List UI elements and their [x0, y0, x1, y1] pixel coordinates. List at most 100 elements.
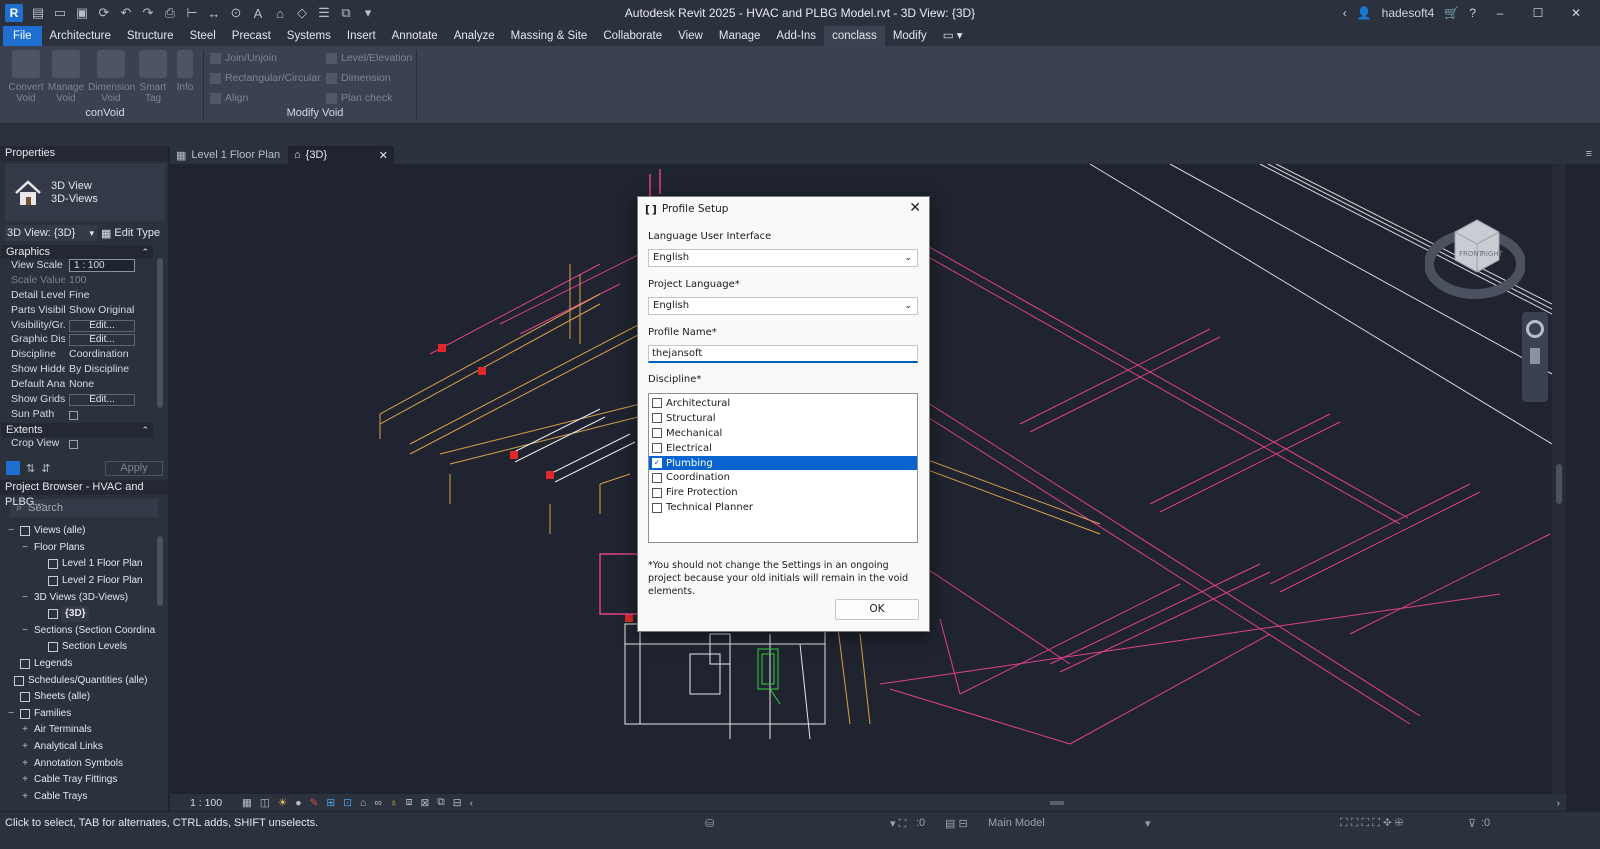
main-model-label[interactable]: Main Model [988, 817, 1045, 829]
align-button[interactable]: Align [210, 92, 248, 104]
join-unjoin-button[interactable]: Join/Unjoin [210, 52, 277, 64]
tab-file[interactable]: File [3, 26, 42, 46]
temp-hide-icon[interactable]: ∞ [374, 797, 382, 809]
tab-conclass[interactable]: conclass [824, 26, 885, 46]
tab-add-ins[interactable]: Add-Ins [768, 26, 824, 46]
tab-insert[interactable]: Insert [339, 26, 384, 46]
category-graphics[interactable]: Graphics ⌃ [1, 245, 153, 259]
project-language-select[interactable]: English ⌄ [648, 297, 918, 315]
view-scale-input[interactable]: 1 : 100 [69, 259, 135, 272]
dimension-icon[interactable]: ↔ [205, 6, 223, 21]
print-icon[interactable]: ⎙ [161, 5, 179, 21]
tab-steel[interactable]: Steel [182, 26, 224, 46]
visual-style-icon[interactable]: ◫ [260, 797, 270, 809]
crop-view-checkbox[interactable] [69, 439, 78, 449]
type-selector[interactable]: 3D View 3D-Views [5, 164, 165, 221]
save-icon[interactable]: ▣ [73, 5, 91, 21]
ribbon-toggle-icon[interactable]: ▭ ▾ [935, 26, 971, 46]
redo-icon[interactable]: ↷ [139, 5, 157, 21]
tree-3d-view[interactable]: {3D} [0, 606, 168, 623]
apply-button[interactable]: Apply [105, 460, 163, 476]
username[interactable]: hadesoft4 [1382, 6, 1435, 20]
tab-modify[interactable]: Modify [885, 26, 935, 46]
checkbox[interactable] [652, 502, 662, 513]
tree-floor-plans[interactable]: − Floor Plans [0, 540, 168, 557]
switch-windows-icon[interactable]: ⧉ [337, 5, 355, 21]
tab-level-1-floor-plan[interactable]: ▦ Level 1 Floor Plan [170, 146, 288, 164]
shadows-icon[interactable]: ● [295, 797, 301, 809]
prop-parts-visibility[interactable]: Parts VisibilityShow Original [1, 304, 153, 319]
view-scale-label[interactable]: 1 : 100 [190, 797, 230, 809]
tab-collaborate[interactable]: Collaborate [595, 26, 670, 46]
tree-section-levels[interactable]: Section Levels [0, 639, 168, 656]
dimension-button[interactable]: Dimension [326, 72, 391, 84]
tab-systems[interactable]: Systems [279, 26, 339, 46]
section-icon[interactable]: ◇ [293, 5, 311, 21]
view-cube[interactable]: FRONT RIGHT [1424, 212, 1526, 302]
checkbox[interactable] [652, 487, 662, 498]
prop-detail-level[interactable]: Detail Level Fine [1, 289, 153, 304]
profile-name-input[interactable]: thejansoft [648, 345, 918, 363]
show-crop-icon[interactable]: ⊡ [343, 797, 352, 809]
minimize-button[interactable]: – [1486, 6, 1514, 20]
discipline-coordination[interactable]: Coordination [649, 470, 917, 485]
thin-lines-icon[interactable]: ☰ [315, 5, 333, 21]
scroll-thumb[interactable] [1556, 464, 1562, 504]
crop-view-icon[interactable]: ⊞ [326, 797, 335, 809]
level-elevation-button[interactable]: Level/Elevation [326, 52, 412, 64]
tab-menu-icon[interactable]: ≡ [1586, 148, 1592, 160]
smart-tag-button[interactable]: Smart Tag [136, 50, 170, 104]
discipline-electrical[interactable]: Electrical [649, 441, 917, 456]
worksharing-icon[interactable]: ⧈ [406, 796, 413, 809]
checkbox-checked[interactable]: ✓ [652, 458, 662, 468]
steering-wheel-icon[interactable] [1526, 320, 1544, 338]
temp-view-icon[interactable]: ⊠ [420, 797, 429, 809]
category-extents[interactable]: Extents ⌃ [1, 422, 153, 437]
tab-view[interactable]: View [670, 26, 711, 46]
tab-annotate[interactable]: Annotate [384, 26, 446, 46]
text-icon[interactable]: A [249, 6, 267, 21]
tab-structure[interactable]: Structure [119, 26, 182, 46]
properties-scrollbar[interactable] [157, 258, 163, 408]
home-icon[interactable]: ▤ [29, 5, 47, 21]
edit-type-button[interactable]: ▦ Edit Type [101, 227, 160, 240]
checkbox[interactable] [652, 413, 662, 424]
checkbox[interactable] [652, 472, 662, 483]
tree-cable-tray-fittings[interactable]: + Cable Tray Fittings [0, 772, 168, 789]
discipline-fire-protection[interactable]: Fire Protection [649, 485, 917, 500]
sort-desc-icon[interactable]: ⇵ [41, 462, 50, 475]
3d-view-icon[interactable]: ⌂ [271, 6, 289, 21]
measure-icon[interactable]: ⊢ [183, 5, 201, 21]
checkbox[interactable] [652, 428, 662, 439]
tree-legends[interactable]: Legends [0, 656, 168, 673]
checkbox[interactable] [652, 398, 662, 409]
sun-path-icon[interactable]: ☀ [278, 797, 287, 809]
lock-view-icon[interactable]: ⌂ [360, 797, 366, 809]
close-button[interactable]: ✕ [1562, 6, 1590, 20]
discipline-mechanical[interactable]: Mechanical [649, 426, 917, 441]
cart-icon[interactable]: 🛒 [1444, 6, 1459, 20]
tree-sheets[interactable]: Sheets (alle) [0, 689, 168, 706]
filter-dropdown-icon[interactable]: ▾ ⛶ [890, 817, 906, 831]
browser-scrollbar[interactable] [157, 536, 163, 606]
zoom-icon[interactable] [1530, 348, 1540, 364]
view-instance-select[interactable]: 3D View: {3D} [5, 225, 97, 241]
design-options-icon[interactable]: ▤ ⊟ [945, 817, 968, 830]
show-grids-edit-button[interactable]: Edit... [69, 394, 135, 407]
tree-cable-trays[interactable]: + Cable Trays [0, 789, 168, 806]
ok-button[interactable]: OK [835, 599, 919, 620]
tab-3d-view[interactable]: ⌂ {3D} ✕ [288, 146, 394, 164]
language-ui-select[interactable]: English ⌄ [648, 249, 918, 267]
manage-void-button[interactable]: Manage Void [46, 50, 86, 104]
undo-icon[interactable]: ↶ [117, 5, 135, 21]
open-icon[interactable]: ▭ [51, 5, 69, 21]
maximize-button[interactable]: ☐ [1524, 6, 1552, 20]
dialog-title-bar[interactable]: [ ] Profile Setup ✕ [638, 197, 929, 221]
prop-discipline[interactable]: Discipline Coordination [1, 348, 153, 363]
tag-icon[interactable]: ⊙ [227, 5, 245, 21]
tab-manage[interactable]: Manage [711, 26, 769, 46]
prop-visibility-graphics[interactable]: Visibility/Gr...Edit... [1, 319, 153, 334]
account-icon[interactable]: 👤 [1357, 6, 1372, 20]
render-icon[interactable]: ✎ [310, 797, 319, 809]
sort-asc-icon[interactable]: ⇅ [26, 462, 35, 475]
